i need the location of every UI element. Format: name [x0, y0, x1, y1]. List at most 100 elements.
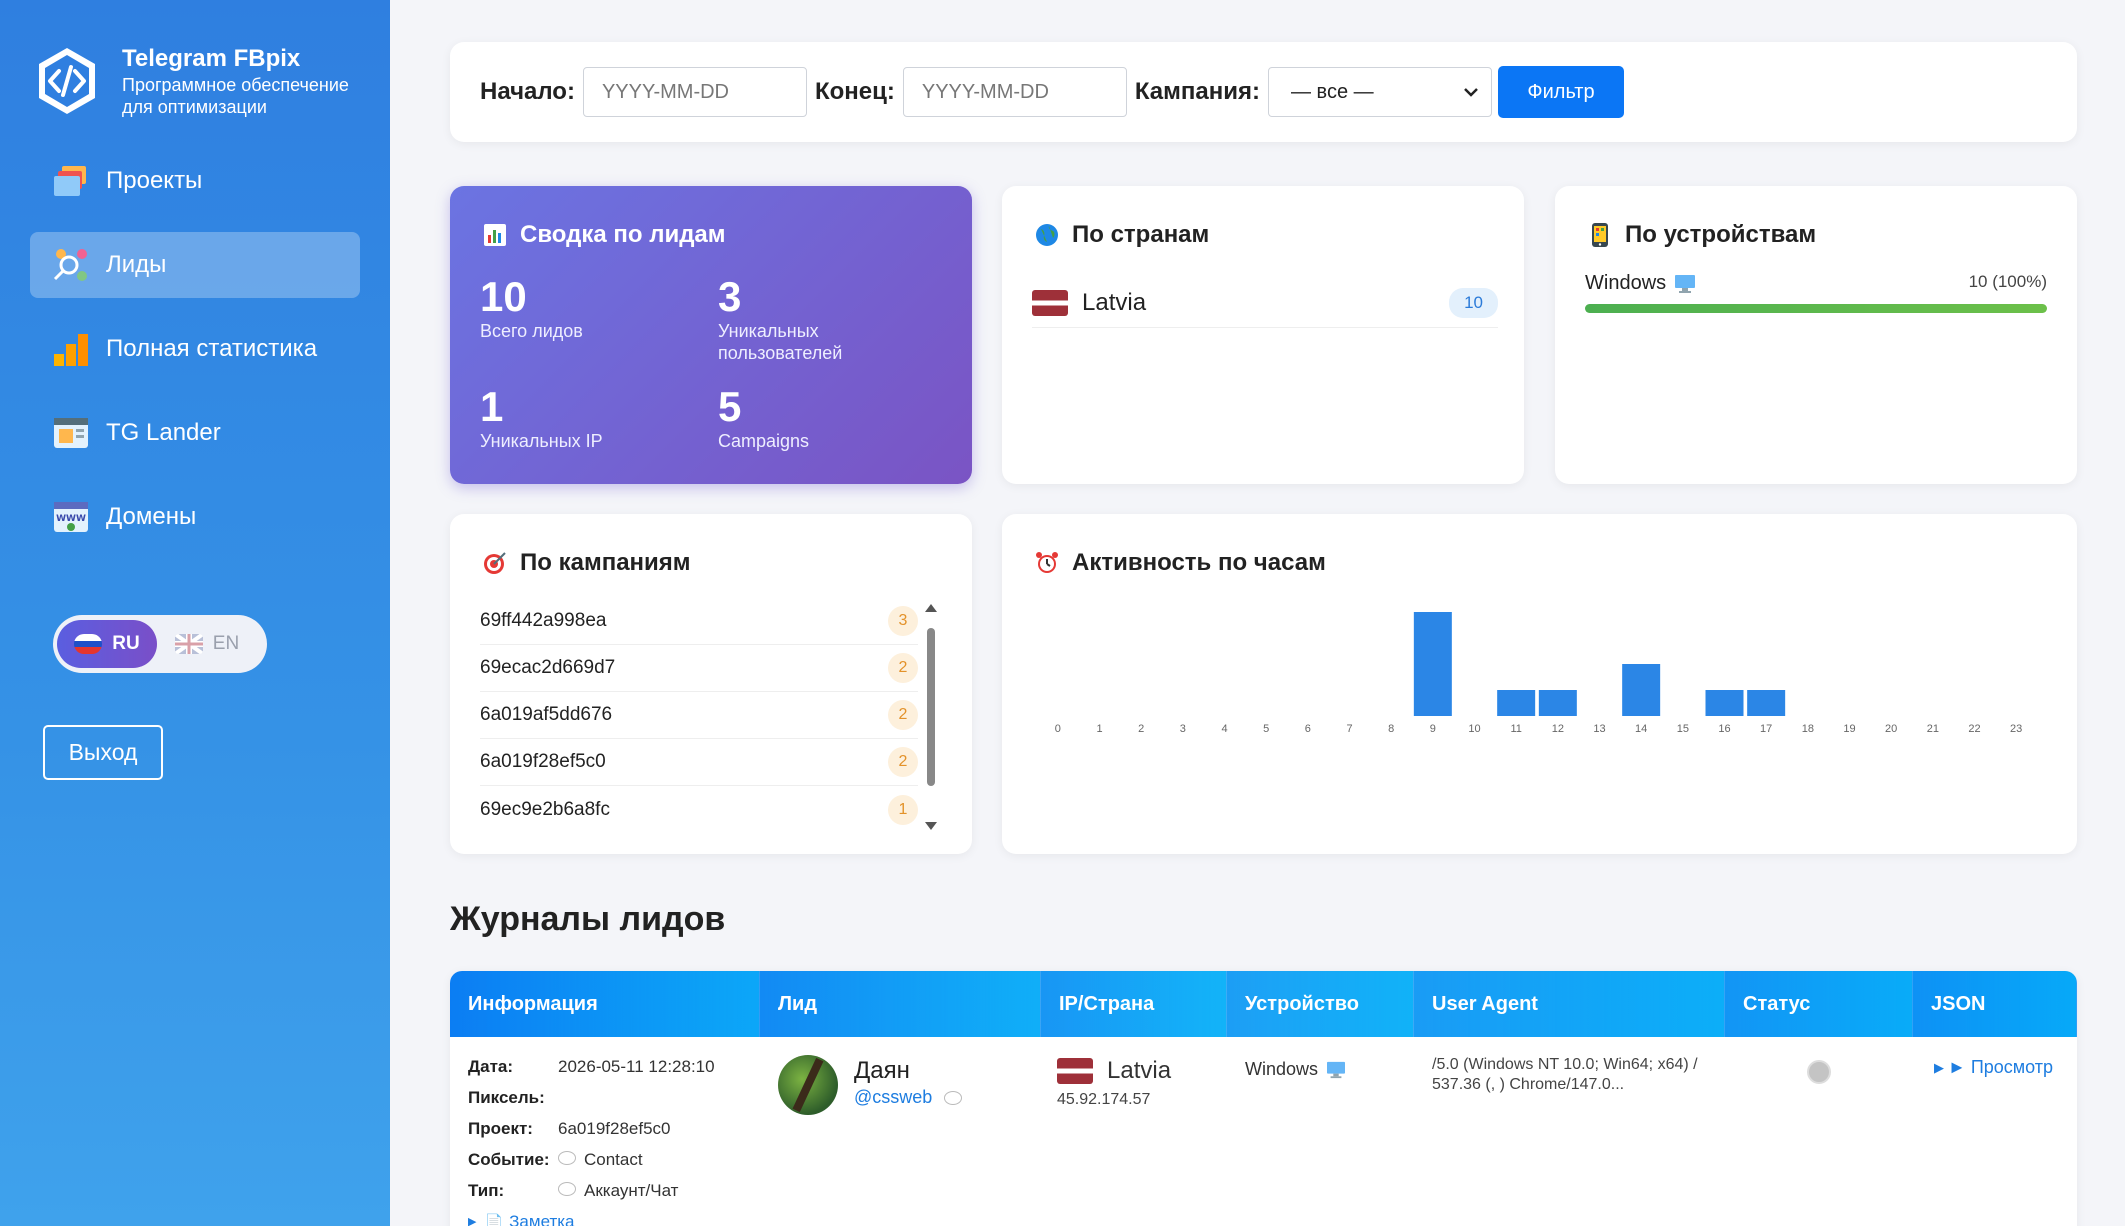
col-ip-country[interactable]: IP/Страна [1041, 971, 1227, 1037]
brand-subtitle-2: для оптимизации [122, 97, 267, 117]
campaign-row[interactable]: 69ecac2d669d7 2 [480, 645, 918, 692]
unique-ip-value: 1 [480, 383, 504, 430]
desktop-computer-icon [1327, 1061, 1346, 1078]
note-toggle[interactable]: ▶ 📄 Заметка [468, 1206, 715, 1226]
table-header: Информация Лид IP/Страна Устройство User… [450, 971, 2077, 1037]
campaign-count-badge: 2 [888, 700, 918, 730]
unique-users-stat: 3 Уникальных пользователей [718, 274, 842, 364]
lead-handle-link[interactable]: @cssweb [854, 1087, 932, 1108]
end-date-input[interactable]: YYYY-MM-DD [902, 67, 1127, 117]
total-leads-value: 10 [480, 273, 527, 320]
brand-title: Telegram FBpix [122, 45, 301, 72]
sidebar-item-leads[interactable]: Лиды [30, 232, 360, 298]
note-label: Заметка [509, 1211, 575, 1226]
x-tick-label: 6 [1305, 723, 1311, 735]
end-label: Конец: [814, 78, 895, 105]
lead-device: Windows [1245, 1059, 1319, 1079]
campaigns-title-text: По кампаниям [520, 549, 691, 576]
avatar[interactable] [778, 1055, 838, 1115]
campaign-id: 69ff442a998ea [480, 610, 607, 631]
col-device[interactable]: Устройство [1227, 971, 1414, 1037]
campaign-row[interactable]: 6a019f28ef5c0 2 [480, 739, 918, 786]
bar-chart-icon [52, 330, 90, 368]
campaign-count-badge: 2 [888, 653, 918, 683]
countries-title: По странам [1032, 220, 1209, 250]
country-count-badge: 10 [1449, 287, 1498, 318]
sidebar: Telegram FBpix Программное обеспечение д… [0, 0, 390, 1226]
leads-log-table: Информация Лид IP/Страна Устройство User… [450, 971, 2077, 1226]
triangle-right-icon: ▶ [1934, 1059, 1944, 1075]
type-label: Тип: [468, 1180, 505, 1200]
sidebar-item-domains[interactable]: WWW Домены [30, 484, 360, 550]
filter-button[interactable]: Фильтр [1498, 66, 1624, 118]
x-tick-label: 19 [1843, 723, 1855, 735]
col-lead[interactable]: Лид [760, 971, 1041, 1037]
x-tick-label: 7 [1346, 723, 1352, 735]
x-tick-label: 2 [1138, 723, 1144, 735]
alarm-clock-icon [1032, 548, 1062, 578]
campaign-id: 69ecac2d669d7 [480, 657, 616, 678]
sidebar-item-label: Лиды [106, 251, 167, 278]
status-dot-icon [1807, 1060, 1831, 1084]
sidebar-item-label: TG Lander [106, 419, 221, 446]
user-agent-line-1: /5.0 (Windows NT 10.0; Win64; x64) / [1432, 1056, 1698, 1073]
x-tick-label: 18 [1802, 723, 1814, 735]
x-tick-label: 11 [1510, 723, 1521, 735]
sidebar-item-projects[interactable]: Проекты [30, 148, 360, 214]
campaign-row[interactable]: 6a019af5dd676 2 [480, 692, 918, 739]
x-tick-label: 5 [1263, 723, 1269, 735]
lead-country: Latvia [1107, 1057, 1172, 1084]
countries-title-text: По странам [1072, 221, 1210, 248]
device-progress-bar [1585, 304, 2047, 313]
event-label: Событие: [468, 1149, 550, 1169]
event-value: Contact [584, 1149, 643, 1169]
json-view-link[interactable]: ▶ ► Просмотр [1934, 1057, 2053, 1078]
x-tick-label: 15 [1677, 723, 1689, 735]
hourly-activity-card: Активность по часам 0 1 2 3 4 5 6 7 8 9 10 11 12 13 14… [1002, 514, 2077, 854]
uk-flag-icon [174, 634, 203, 654]
svg-text:WWW: WWW [56, 514, 86, 524]
col-json[interactable]: JSON [1913, 971, 2077, 1037]
bar-hour-14 [1622, 664, 1661, 716]
lang-en-button[interactable]: EN [157, 620, 257, 668]
project-value: 6a019f28ef5c0 [558, 1118, 671, 1138]
col-user-agent[interactable]: User Agent [1414, 971, 1725, 1037]
logout-button[interactable]: Выход [43, 725, 163, 780]
lead-cell: Даян @cssweb [778, 1055, 970, 1115]
devices-title: По устройствам [1585, 220, 1816, 250]
sidebar-item-stats[interactable]: Полная статистика [30, 316, 360, 382]
devices-title-text: По устройствам [1625, 221, 1817, 248]
campaign-row[interactable]: 69ff442a998ea 3 [480, 598, 918, 645]
info-cell: Дата: 2026-05-11 12:28:10 Пиксель: Проект… [468, 1051, 715, 1226]
bar-hour-12 [1538, 690, 1577, 716]
bar-hour-11 [1497, 690, 1536, 716]
start-date-input[interactable]: YYYY-MM-DD [582, 67, 807, 117]
campaign-row[interactable]: 69ec9e2b6a8fc 1 [480, 786, 918, 833]
x-tick-label: 12 [1552, 723, 1564, 735]
chat-bubble-icon[interactable] [944, 1090, 963, 1105]
campaigns-scrollbar[interactable] [924, 602, 938, 832]
summary-title-text: Сводка по лидам [520, 221, 726, 248]
lang-ru-button[interactable]: RU [57, 620, 157, 668]
x-tick-label: 4 [1221, 723, 1227, 735]
unique-ip-label: Уникальных IP [480, 431, 603, 451]
col-info[interactable]: Информация [450, 971, 760, 1037]
x-tick-label: 23 [2010, 723, 2022, 735]
country-name: Latvia [1082, 288, 1147, 316]
campaign-id: 6a019f28ef5c0 [480, 751, 606, 772]
sidebar-item-tg-lander[interactable]: TG Lander [30, 400, 360, 466]
campaign-select[interactable]: — все — [1268, 67, 1492, 117]
note-icon: 📄 [484, 1213, 504, 1226]
device-cell: Windows [1245, 1059, 1346, 1080]
campaigns-stat: 5 Campaigns [718, 384, 809, 452]
speech-bubble-icon [558, 1181, 576, 1196]
campaign-label: Кампания: [1134, 78, 1260, 105]
x-tick-label: 8 [1388, 723, 1394, 735]
devices-card: По устройствам Windows 10 (100%) [1555, 186, 2077, 484]
x-tick-label: 22 [1968, 723, 1980, 735]
x-tick-label: 3 [1180, 723, 1186, 735]
logs-title: Журналы лидов [450, 900, 726, 938]
brand-subtitle: Программное обеспечение [122, 75, 349, 95]
sidebar-item-label: Полная статистика [106, 335, 318, 362]
col-status[interactable]: Статус [1725, 971, 1913, 1037]
